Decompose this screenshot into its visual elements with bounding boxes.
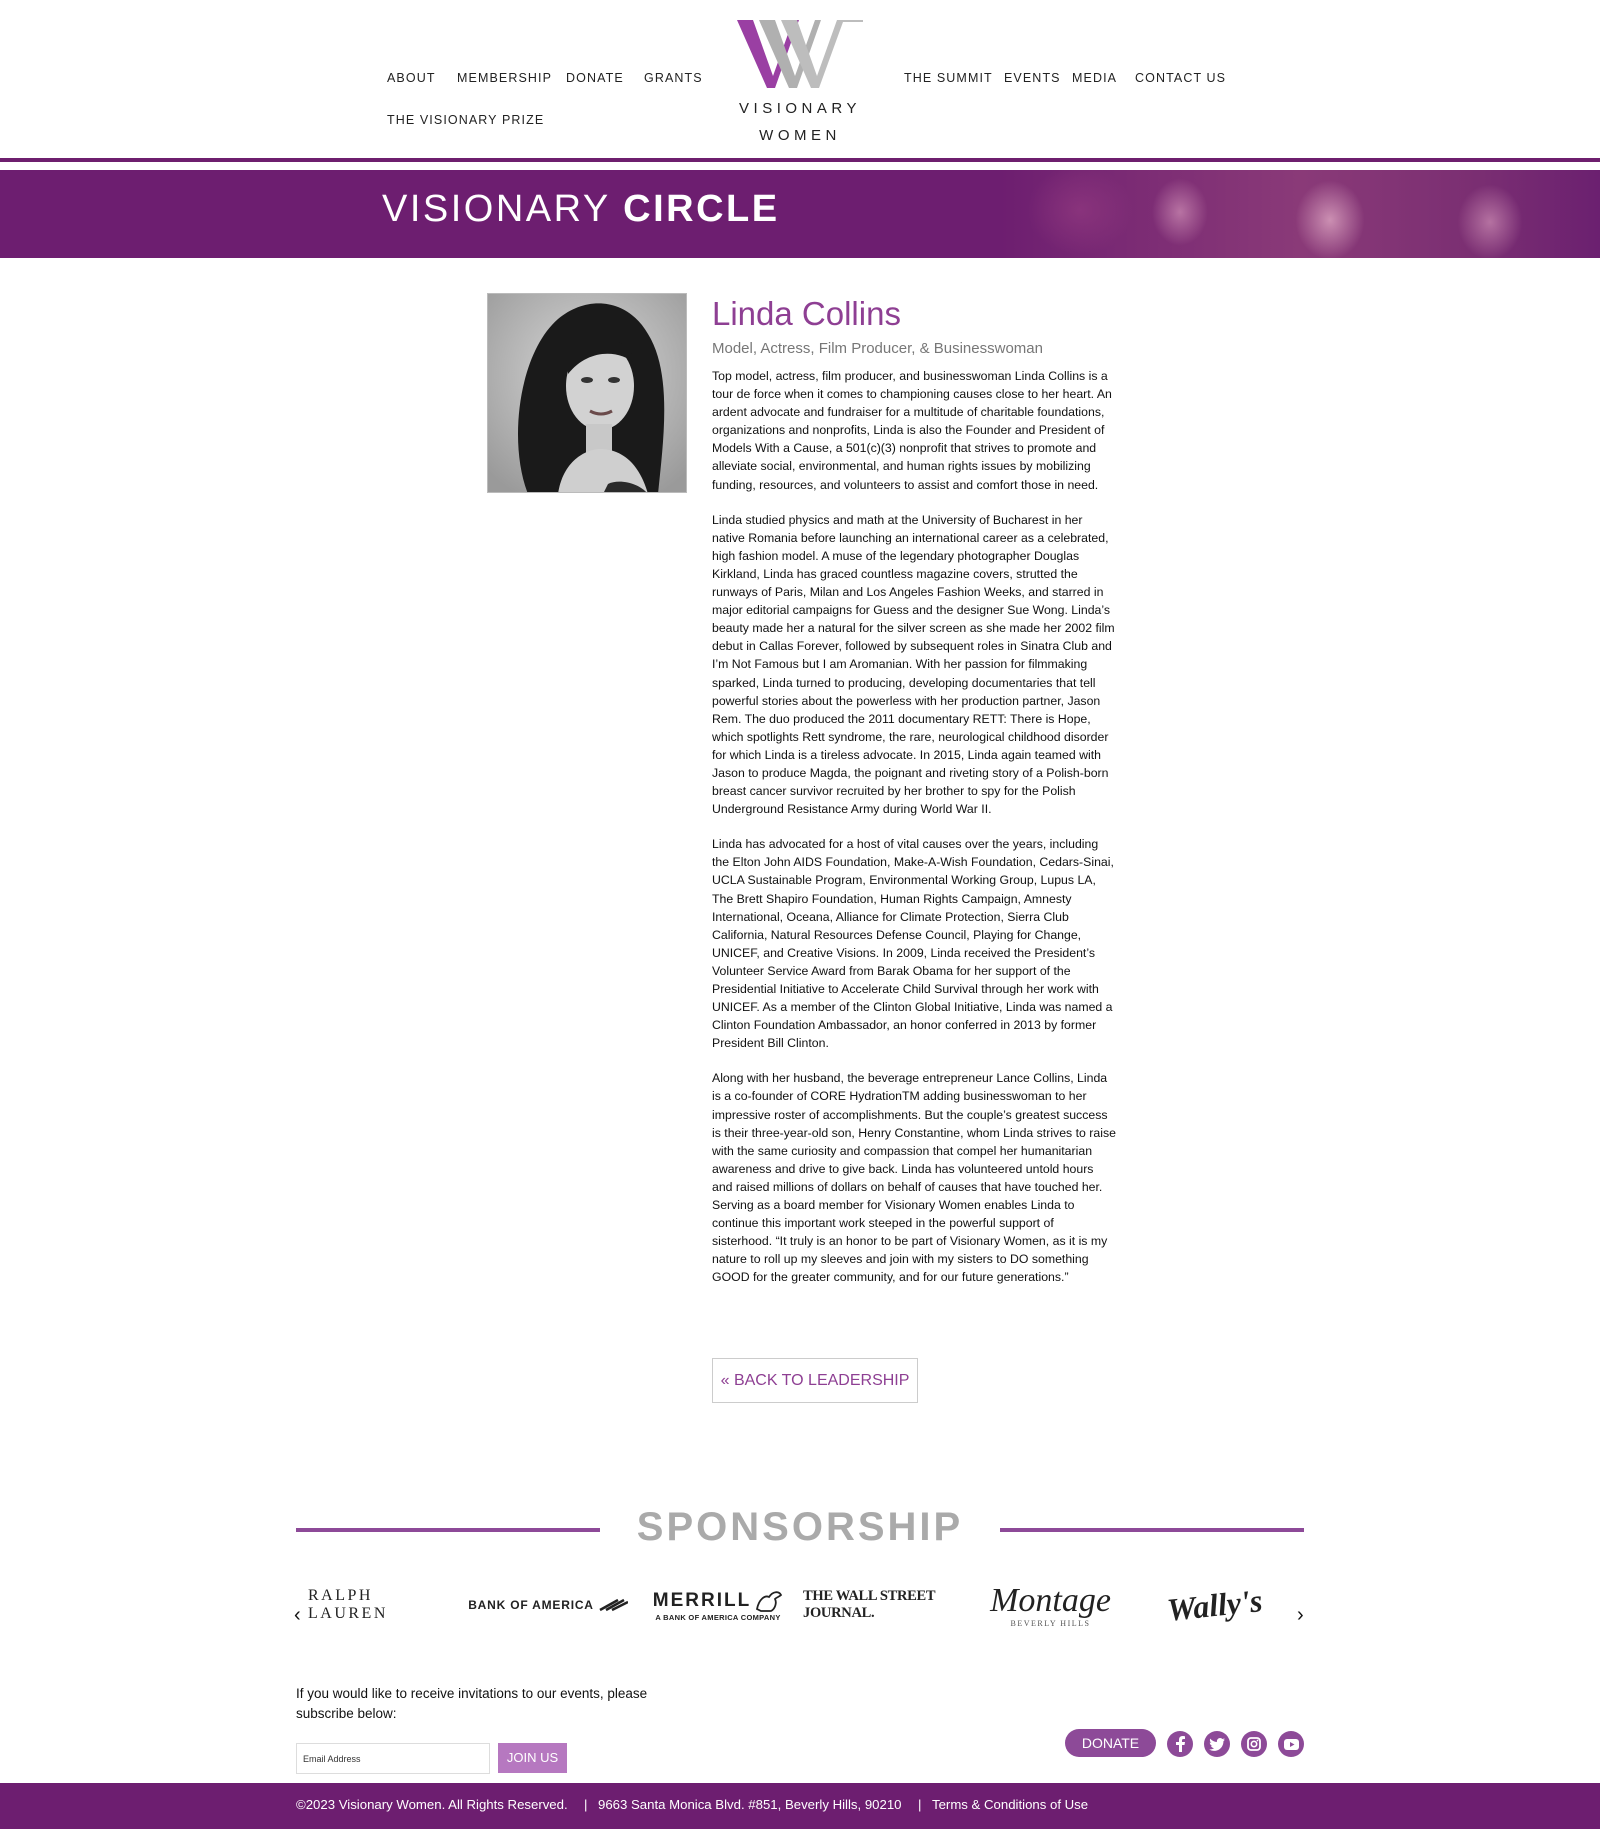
bio-paragraph: Top model, actress, film producer, and b…	[712, 369, 1112, 492]
profile-role: Model, Actress, Film Producer, & Busines…	[712, 340, 1043, 357]
subscribe-text: If you would like to receive invitations…	[296, 1686, 648, 1721]
sponsor-wallys[interactable]: Wally's	[1140, 1570, 1290, 1640]
header-divider	[0, 158, 1600, 162]
facebook-icon[interactable]	[1167, 1731, 1193, 1757]
nav-events[interactable]: EVENTS	[1004, 71, 1061, 85]
logo-text-visionary: VISIONARY	[739, 100, 861, 117]
site-header: ABOUT MEMBERSHIP DONATE GRANTS THE VISIO…	[0, 0, 1600, 160]
youtube-icon[interactable]	[1278, 1731, 1304, 1757]
nav-donate[interactable]: DONATE	[566, 71, 624, 85]
sponsor-bank-of-america[interactable]: BANK OF AMERICA	[468, 1570, 628, 1640]
nav-visionary-prize[interactable]: THE VISIONARY PRIZE	[387, 113, 544, 127]
sponsor-ralph-lauren[interactable]: RALPH LAUREN	[308, 1570, 453, 1640]
sponsor-ralph-lauren-label: RALPH LAUREN	[308, 1587, 388, 1622]
logo-text-women: WOMEN	[759, 127, 841, 144]
bio-paragraph: Along with her husband, the beverage ent…	[712, 1071, 1116, 1285]
nav-about[interactable]: ABOUT	[387, 71, 436, 85]
instagram-icon[interactable]	[1241, 1731, 1267, 1757]
youtube-glyph	[1283, 1738, 1299, 1750]
instagram-glyph	[1247, 1737, 1261, 1751]
bio-paragraph: Linda studied physics and math at the Un…	[712, 512, 1115, 817]
page-title-light: VISIONARY	[382, 188, 624, 230]
page-banner: VISIONARY CIRCLE	[0, 170, 1600, 258]
bio-paragraph: Linda has advocated for a host of vital …	[712, 837, 1114, 1051]
nav-media[interactable]: MEDIA	[1072, 71, 1117, 85]
page-title: VISIONARY CIRCLE	[382, 188, 780, 231]
profile-bio: Top model, actress, film producer, and b…	[712, 367, 1117, 1304]
sponsorship-title: SPONSORSHIP	[636, 1505, 964, 1549]
sponsor-montage[interactable]: Montage BEVERLY HILLS	[978, 1570, 1123, 1640]
back-to-leadership-button[interactable]: « BACK TO LEADERSHIP	[712, 1358, 918, 1403]
bank-of-america-flag-icon	[599, 1598, 628, 1612]
join-us-button[interactable]: JOIN US	[498, 1743, 567, 1773]
merrill-bull-icon	[756, 1590, 783, 1612]
footer-copyright: ©2023 Visionary Women. All Rights Reserv…	[296, 1797, 568, 1812]
sponsorship-line-left	[296, 1528, 600, 1532]
footer-bar: ©2023 Visionary Women. All Rights Reserv…	[0, 1783, 1600, 1829]
sponsorship-line-right	[1000, 1528, 1304, 1532]
logo[interactable]: VISIONARY WOMEN	[735, 18, 865, 144]
profile-name: Linda Collins	[712, 295, 901, 332]
footer-terms-link[interactable]: Terms & Conditions of Use	[932, 1797, 1088, 1812]
footer-address: 9663 Santa Monica Blvd. #851, Beverly Hi…	[598, 1797, 902, 1812]
sponsor-merrill-label: MERRILL	[652, 1589, 752, 1611]
page-title-bold: CIRCLE	[623, 188, 780, 230]
sponsor-merrill-subline: A BANK OF AMERICA COMPANY	[655, 1612, 781, 1622]
nav-contact-us[interactable]: CONTACT US	[1135, 71, 1226, 85]
sponsor-wsj-label: THE WALL STREET JOURNAL.	[803, 1588, 935, 1621]
twitter-icon[interactable]	[1204, 1731, 1230, 1757]
nav-the-summit[interactable]: THE SUMMIT	[904, 71, 993, 85]
sponsor-wall-street-journal[interactable]: THE WALL STREET JOURNAL.	[803, 1570, 963, 1640]
nav-grants[interactable]: GRANTS	[644, 71, 703, 85]
email-input[interactable]	[296, 1743, 490, 1774]
logo-ww-mark	[737, 20, 863, 88]
sponsor-bank-of-america-label: BANK OF AMERICA	[468, 1598, 594, 1612]
twitter-glyph	[1209, 1737, 1225, 1751]
footer-separator: |	[584, 1797, 588, 1812]
sponsors-next-arrow[interactable]: ›	[1297, 1604, 1304, 1627]
sponsor-montage-label: Montage	[990, 1581, 1111, 1619]
sponsor-wallys-label: Wally's	[1165, 1581, 1265, 1628]
sponsors-prev-arrow[interactable]: ‹	[294, 1604, 301, 1627]
footer-separator: |	[918, 1797, 922, 1812]
facebook-glyph	[1176, 1736, 1185, 1752]
donate-button[interactable]: DONATE	[1065, 1729, 1156, 1757]
sponsor-merrill[interactable]: MERRILL A BANK OF AMERICA COMPANY	[643, 1570, 793, 1640]
banner-photo	[1000, 170, 1600, 258]
portrait-image	[488, 294, 686, 492]
sponsor-montage-subline: BEVERLY HILLS	[1010, 1618, 1091, 1628]
profile-photo	[487, 293, 687, 493]
nav-membership[interactable]: MEMBERSHIP	[457, 71, 552, 85]
merrill-row: MERRILL	[653, 1589, 783, 1613]
